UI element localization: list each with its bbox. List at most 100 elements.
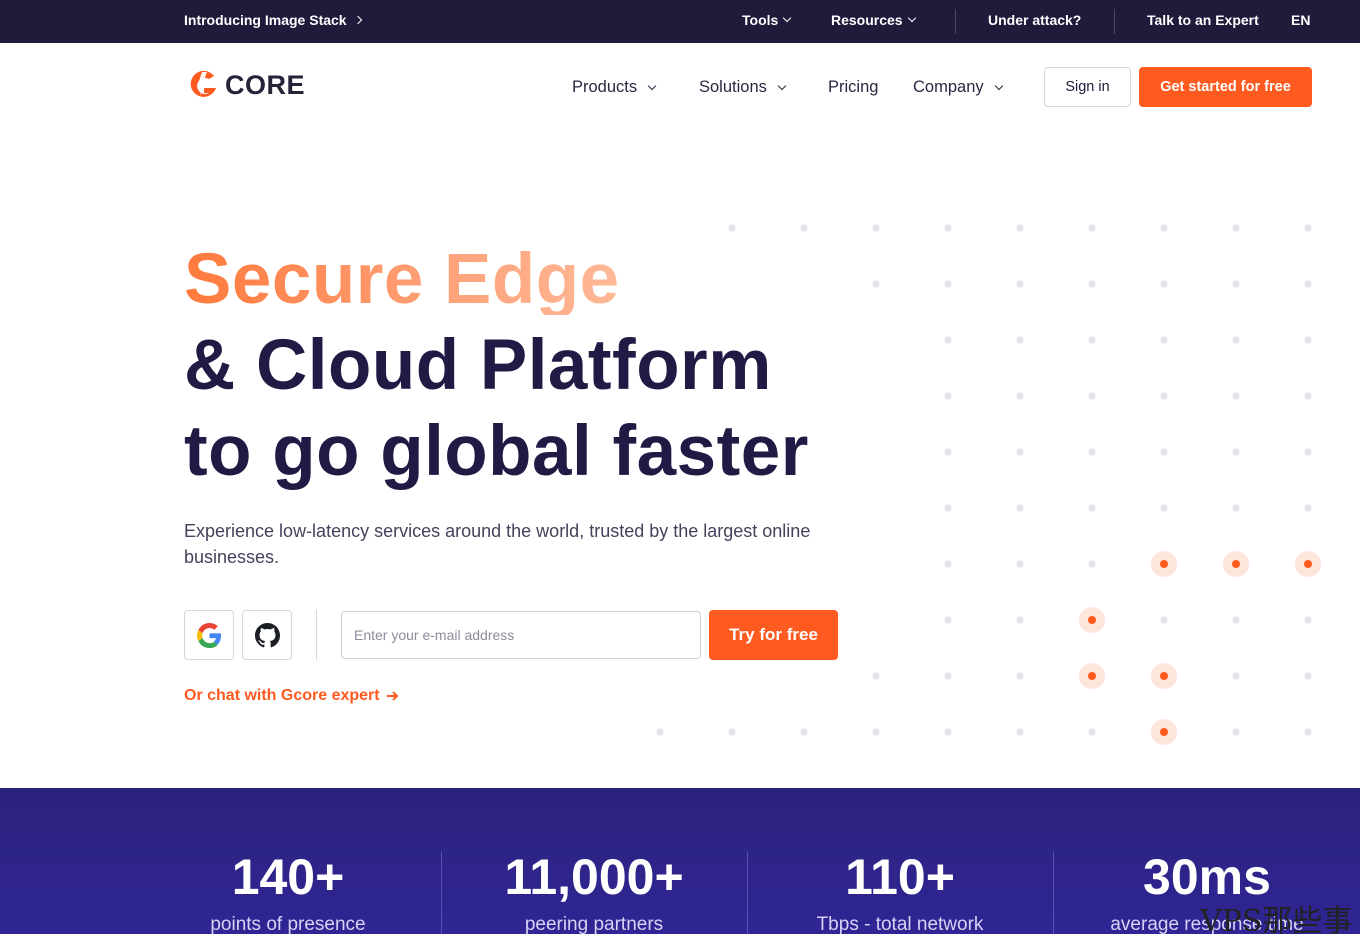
grid-dot (1232, 392, 1240, 400)
stat-value: 110+ (845, 849, 955, 905)
highlight-dot (1088, 616, 1096, 624)
grid-dot (1016, 336, 1024, 344)
grid-dot (1088, 336, 1096, 344)
nav-company[interactable]: Company (913, 78, 1003, 97)
highlight-dot (1304, 560, 1312, 568)
grid-dot (1160, 392, 1168, 400)
nav-company-label: Company (913, 78, 984, 96)
divider (955, 9, 956, 34)
grid-dot (1088, 224, 1096, 232)
grid-dot (1160, 504, 1168, 512)
sign-in-button[interactable]: Sign in (1044, 67, 1131, 107)
get-started-button[interactable]: Get started for free (1139, 67, 1312, 107)
try-for-free-button[interactable]: Try for free (709, 610, 838, 660)
grid-dot (944, 392, 952, 400)
grid-dot (944, 224, 952, 232)
nav-solutions[interactable]: Solutions (699, 78, 787, 97)
stat-item: 110+ Tbps - total network (747, 852, 1053, 934)
grid-dot (1304, 280, 1312, 288)
grid-dot (728, 728, 736, 736)
gcore-logo-icon (190, 70, 216, 97)
chat-expert-label: Or chat with Gcore expert (184, 687, 380, 704)
grid-dot (1232, 280, 1240, 288)
resources-label: Resources (831, 12, 903, 28)
grid-dot (944, 280, 952, 288)
nav-pricing[interactable]: Pricing (828, 78, 878, 97)
grid-dot (1232, 616, 1240, 624)
main-nav: CORE Products Solutions Pricing Company … (0, 43, 1360, 131)
grid-dot (872, 728, 880, 736)
grid-dot (944, 728, 952, 736)
talk-expert-link[interactable]: Talk to an Expert (1147, 12, 1259, 28)
grid-dot (1304, 336, 1312, 344)
grid-dot (1016, 280, 1024, 288)
grid-dot (944, 560, 952, 568)
grid-dot (1304, 672, 1312, 680)
grid-dot (1160, 616, 1168, 624)
github-signin-button[interactable] (242, 610, 292, 660)
hero-title-line-2: & Cloud Platform (184, 326, 772, 405)
google-icon (196, 622, 221, 648)
grid-dot (944, 448, 952, 456)
email-input[interactable] (341, 611, 701, 659)
logo[interactable]: CORE (188, 68, 305, 102)
grid-dot (1304, 504, 1312, 512)
grid-dot (1016, 560, 1024, 568)
grid-dot (944, 336, 952, 344)
nav-solutions-label: Solutions (699, 78, 767, 96)
language-label: EN (1291, 12, 1311, 28)
grid-dot (872, 672, 880, 680)
chevron-down-icon (777, 81, 787, 90)
nav-pricing-label: Pricing (828, 78, 879, 96)
grid-dot (1160, 448, 1168, 456)
promo-link[interactable]: Introducing Image Stack (184, 12, 362, 28)
grid-dot (656, 728, 664, 736)
grid-dot (800, 728, 808, 736)
grid-dot (1232, 224, 1240, 232)
chat-expert-link[interactable]: Or chat with Gcore expert (184, 687, 399, 705)
stat-value: 30ms (1143, 849, 1271, 905)
grid-dot (1088, 280, 1096, 288)
grid-dot (1160, 336, 1168, 344)
watermark-text: VPS那些事 (1200, 904, 1353, 934)
nav-products[interactable]: Products (572, 78, 657, 97)
stats-band: 140+ points of presence 11,000+ peering … (0, 788, 1360, 934)
grid-dot (1016, 504, 1024, 512)
highlight-dot (1088, 672, 1096, 680)
under-attack-link[interactable]: Under attack? (988, 12, 1081, 28)
grid-dot (1016, 616, 1024, 624)
nav-products-label: Products (572, 78, 638, 96)
stat-label: Tbps - total network (816, 914, 984, 934)
resources-menu[interactable]: Resources (831, 12, 916, 28)
grid-dot (1016, 448, 1024, 456)
stat-value: 11,000+ (504, 849, 684, 905)
grid-dot (1304, 224, 1312, 232)
highlight-dot (1160, 728, 1168, 736)
grid-dot (1232, 448, 1240, 456)
grid-dot (728, 224, 736, 232)
chevron-down-icon (907, 13, 916, 23)
grid-dot (1304, 616, 1312, 624)
hero-subtitle: Experience low-latency services around t… (184, 521, 811, 567)
stat-item: 11,000+ peering partners (441, 852, 747, 934)
promo-label: Introducing Image Stack (184, 12, 347, 28)
grid-dot (1160, 224, 1168, 232)
language-selector[interactable]: EN (1291, 12, 1310, 28)
grid-dot (1304, 392, 1312, 400)
divider (316, 610, 317, 660)
grid-dot (1088, 504, 1096, 512)
google-signin-button[interactable] (184, 610, 234, 660)
grid-dot (1304, 448, 1312, 456)
grid-dot (1016, 392, 1024, 400)
grid-dot (1016, 224, 1024, 232)
grid-dot (1232, 504, 1240, 512)
under-attack-label: Under attack? (988, 12, 1082, 28)
grid-dot (1232, 672, 1240, 680)
chevron-right-icon (353, 15, 362, 25)
github-icon (254, 622, 280, 647)
tools-menu[interactable]: Tools (742, 12, 792, 28)
grid-dot (800, 224, 808, 232)
tools-label: Tools (742, 12, 779, 28)
hero-title-line-3: to go global faster (184, 412, 809, 491)
grid-dot (872, 280, 880, 288)
